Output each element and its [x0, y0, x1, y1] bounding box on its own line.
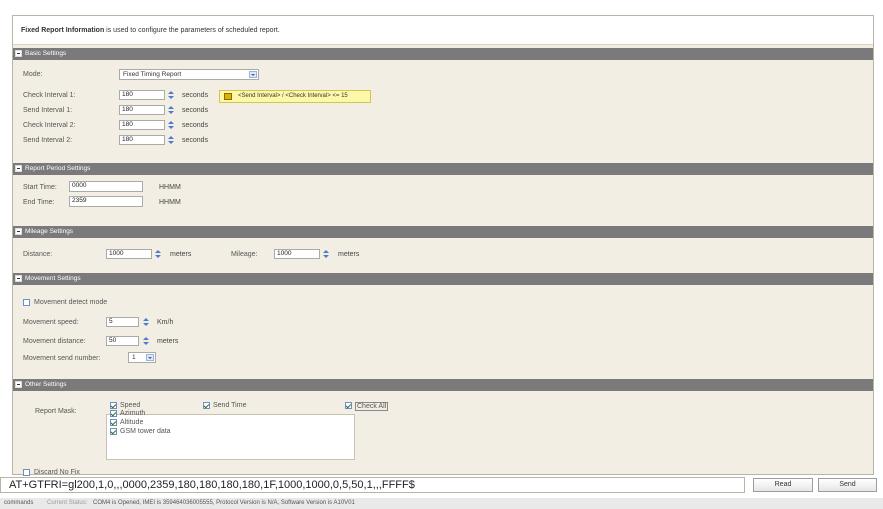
- collapse-icon[interactable]: [15, 275, 22, 282]
- unit-label: meters: [170, 251, 192, 258]
- unit-label: seconds: [182, 137, 209, 144]
- send-interval-1-input[interactable]: 180: [119, 105, 165, 115]
- discard-no-fix-checkbox[interactable]: [23, 469, 30, 476]
- chevron-down-icon[interactable]: [249, 71, 257, 78]
- spinner-icon[interactable]: [143, 337, 149, 345]
- unit-label: meters: [338, 251, 360, 258]
- spinner-icon[interactable]: [168, 106, 174, 114]
- collapse-icon[interactable]: [15, 381, 22, 388]
- start-time-label: Start Time:: [23, 184, 57, 191]
- movement-detect-label: Movement detect mode: [34, 299, 108, 306]
- section-mileage[interactable]: Mileage Settings: [13, 226, 873, 238]
- settings-panel: Fixed Report Information is used to conf…: [12, 15, 874, 476]
- spinner-icon[interactable]: [168, 136, 174, 144]
- mode-value: Fixed Timing Report: [123, 71, 182, 78]
- distance-input[interactable]: 1000: [106, 249, 152, 259]
- command-field[interactable]: AT+GTFRI=gl200,1,0,,,0000,2359,180,180,1…: [0, 477, 745, 493]
- check-all-checkbox[interactable]: [345, 402, 352, 409]
- section-title: Movement Settings: [25, 275, 81, 282]
- tooltip-text: <Send Interval> / <Check Interval> <= 15: [238, 93, 348, 99]
- azimuth-checkbox[interactable]: [110, 410, 117, 417]
- check-interval-1-input[interactable]: 180: [119, 90, 165, 100]
- section-title: Mileage Settings: [25, 228, 74, 235]
- mileage-input[interactable]: 1000: [274, 249, 320, 259]
- movement-distance-input[interactable]: 50: [106, 336, 139, 346]
- mode-select[interactable]: Fixed Timing Report: [119, 69, 259, 80]
- info-banner: Fixed Report Information is used to conf…: [13, 16, 873, 45]
- spinner-icon[interactable]: [323, 250, 329, 258]
- send-button[interactable]: Send: [818, 478, 877, 492]
- section-basic-settings[interactable]: Basic Settings: [13, 48, 873, 60]
- movement-detect-checkbox[interactable]: [23, 299, 30, 306]
- section-other[interactable]: Other Settings: [13, 379, 873, 391]
- mode-label: Mode:: [23, 71, 43, 78]
- chevron-down-icon[interactable]: [146, 354, 154, 361]
- send-number-value: 1: [132, 354, 136, 361]
- section-title: Report Period Settings: [25, 165, 91, 172]
- azimuth-label: Azimuth: [120, 410, 146, 417]
- send-interval-2-input[interactable]: 180: [119, 135, 165, 145]
- gsm-tower-checkbox[interactable]: [110, 428, 117, 435]
- info-title: Fixed Report Information: [21, 27, 105, 34]
- movement-send-number-label: Movement send number:: [23, 355, 101, 362]
- unit-label: seconds: [182, 107, 209, 114]
- collapse-icon[interactable]: [15, 165, 22, 172]
- unit-label: HHMM: [159, 184, 181, 191]
- mileage-label: Mileage:: [231, 251, 258, 258]
- spinner-icon[interactable]: [168, 121, 174, 129]
- section-title: Basic Settings: [25, 50, 67, 57]
- status-text: COM4 is Opened, IMEI is 359464036005555,…: [93, 500, 355, 506]
- collapse-icon[interactable]: [15, 228, 22, 235]
- info-icon: [224, 93, 232, 100]
- unit-label: seconds: [182, 92, 209, 99]
- interval-tooltip: <Send Interval> / <Check Interval> <= 15: [219, 90, 371, 103]
- gsm-tower-label: GSM tower data: [120, 428, 171, 435]
- end-time-label: End Time:: [23, 199, 55, 206]
- read-button[interactable]: Read: [753, 478, 813, 492]
- altitude-checkbox[interactable]: [110, 419, 117, 426]
- check-interval-1-label: Check Interval 1:: [23, 92, 76, 99]
- send-time-label: Send Time: [213, 402, 247, 409]
- movement-distance-label: Movement distance:: [23, 338, 86, 345]
- spinner-icon[interactable]: [168, 91, 174, 99]
- distance-label: Distance:: [23, 251, 53, 258]
- section-report-period[interactable]: Report Period Settings: [13, 163, 873, 175]
- send-interval-1-label: Send Interval 1:: [23, 107, 73, 114]
- status-label: Current Status:: [47, 500, 88, 506]
- altitude-label: Altitude: [120, 419, 144, 426]
- spinner-icon[interactable]: [143, 318, 149, 326]
- commands-tab[interactable]: commands: [4, 500, 33, 506]
- spinner-icon[interactable]: [155, 250, 161, 258]
- speed-checkbox[interactable]: [110, 402, 117, 409]
- send-time-checkbox[interactable]: [203, 402, 210, 409]
- discard-no-fix-label: Discard No Fix: [34, 469, 80, 476]
- movement-speed-input[interactable]: 5: [106, 317, 139, 327]
- movement-speed-label: Movement speed:: [23, 319, 79, 326]
- unit-label: meters: [157, 338, 179, 345]
- report-mask-label: Report Mask:: [35, 408, 77, 415]
- speed-label: Speed: [120, 402, 141, 409]
- unit-label: Km/h: [157, 319, 174, 326]
- check-all-label: Check All: [355, 402, 389, 411]
- send-interval-2-label: Send Interval 2:: [23, 137, 73, 144]
- unit-label: seconds: [182, 122, 209, 129]
- section-title: Other Settings: [25, 381, 67, 388]
- movement-send-number-select[interactable]: 1: [128, 352, 156, 363]
- check-interval-2-label: Check Interval 2:: [23, 122, 76, 129]
- section-movement[interactable]: Movement Settings: [13, 273, 873, 285]
- start-time-input[interactable]: 0000: [69, 181, 143, 192]
- collapse-icon[interactable]: [15, 50, 22, 57]
- unit-label: HHMM: [159, 199, 181, 206]
- end-time-input[interactable]: 2359: [69, 196, 143, 207]
- status-bar: commands Current Status: COM4 is Opened,…: [0, 498, 883, 509]
- check-interval-2-input[interactable]: 180: [119, 120, 165, 130]
- info-text: is used to configure the parameters of s…: [104, 27, 280, 34]
